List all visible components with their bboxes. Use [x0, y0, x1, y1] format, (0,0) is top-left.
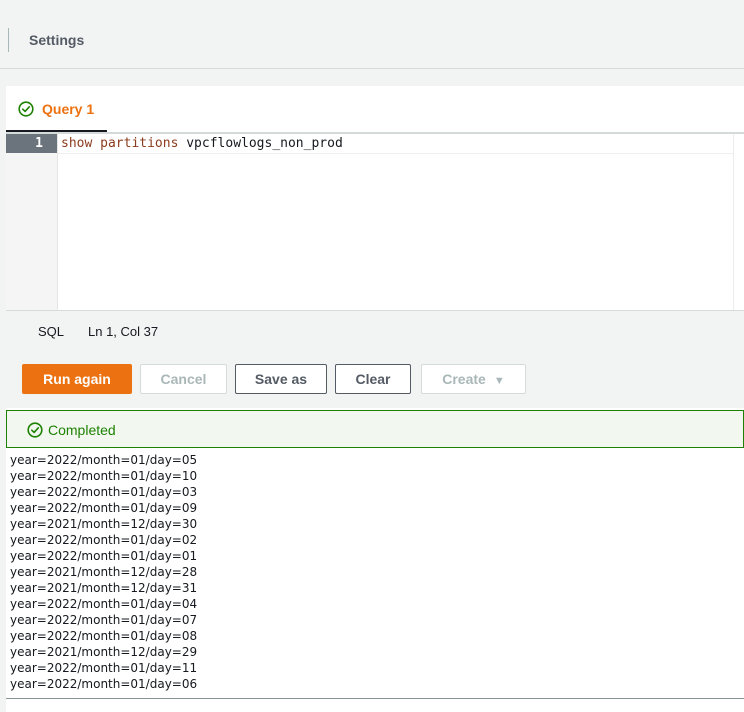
top-bar: Settings: [0, 0, 744, 69]
query-tab-bar: Query 1: [6, 86, 744, 133]
action-bar: Run again Cancel Save as Clear Create ▼: [6, 352, 744, 408]
result-row: year=2022/month=01/day=04: [10, 597, 198, 611]
result-row: year=2022/month=01/day=07: [10, 613, 198, 627]
sql-keywords: show partitions: [61, 136, 179, 151]
save-as-button[interactable]: Save as: [235, 364, 327, 394]
result-row: year=2021/month=12/day=30: [10, 517, 198, 531]
result-row: year=2022/month=01/day=03: [10, 485, 198, 499]
result-row: year=2022/month=01/day=02: [10, 533, 198, 547]
create-button[interactable]: Create ▼: [421, 364, 526, 394]
results-list: year=2022/month=01/day=05 year=2022/mont…: [6, 448, 744, 692]
create-label: Create: [442, 371, 486, 387]
query-text[interactable]: show partitions vpcflowlogs_non_prod: [61, 136, 343, 151]
cancel-button[interactable]: Cancel: [140, 364, 227, 394]
result-row: year=2022/month=01/day=01: [10, 549, 198, 563]
caret-down-icon: ▼: [493, 375, 505, 387]
result-row: year=2021/month=12/day=29: [10, 645, 198, 659]
result-row: year=2021/month=12/day=31: [10, 581, 198, 595]
settings-link[interactable]: Settings: [29, 32, 84, 48]
line-number-gutter: 1: [6, 134, 58, 311]
tab-query-1[interactable]: Query 1: [6, 86, 107, 132]
clear-button[interactable]: Clear: [335, 364, 411, 394]
results-panel: year=2022/month=01/day=05 year=2022/mont…: [6, 448, 744, 699]
result-row: year=2022/month=01/day=09: [10, 501, 198, 515]
editor-scrollbar[interactable]: [733, 134, 744, 311]
run-again-button[interactable]: Run again: [22, 364, 132, 394]
sql-editor[interactable]: 1 show partitions vpcflowlogs_non_prod: [6, 133, 744, 311]
editor-status-bar: SQL Ln 1, Col 37: [6, 310, 744, 353]
language-label: SQL: [38, 324, 65, 339]
tab-label: Query 1: [42, 101, 95, 117]
result-row: year=2021/month=12/day=28: [10, 565, 198, 579]
result-row: year=2022/month=01/day=05: [10, 453, 198, 467]
check-circle-icon: [27, 422, 43, 438]
result-row: year=2022/month=01/day=10: [10, 469, 198, 483]
completed-status-banner: Completed: [6, 410, 744, 448]
check-circle-icon: [18, 101, 34, 117]
table-identifier: vpcflowlogs_non_prod: [186, 136, 343, 151]
query-panel: Query 1 1 show partitions vpcflowlogs_no…: [6, 86, 744, 712]
result-row: year=2022/month=01/day=08: [10, 629, 198, 643]
completed-label: Completed: [48, 422, 116, 438]
active-line-marker: [6, 134, 57, 153]
header-divider: [8, 28, 9, 52]
cursor-position: Ln 1, Col 37: [88, 324, 159, 339]
line-number: 1: [35, 136, 43, 151]
result-row: year=2022/month=01/day=06: [10, 677, 198, 691]
result-row: year=2022/month=01/day=11: [10, 661, 198, 675]
